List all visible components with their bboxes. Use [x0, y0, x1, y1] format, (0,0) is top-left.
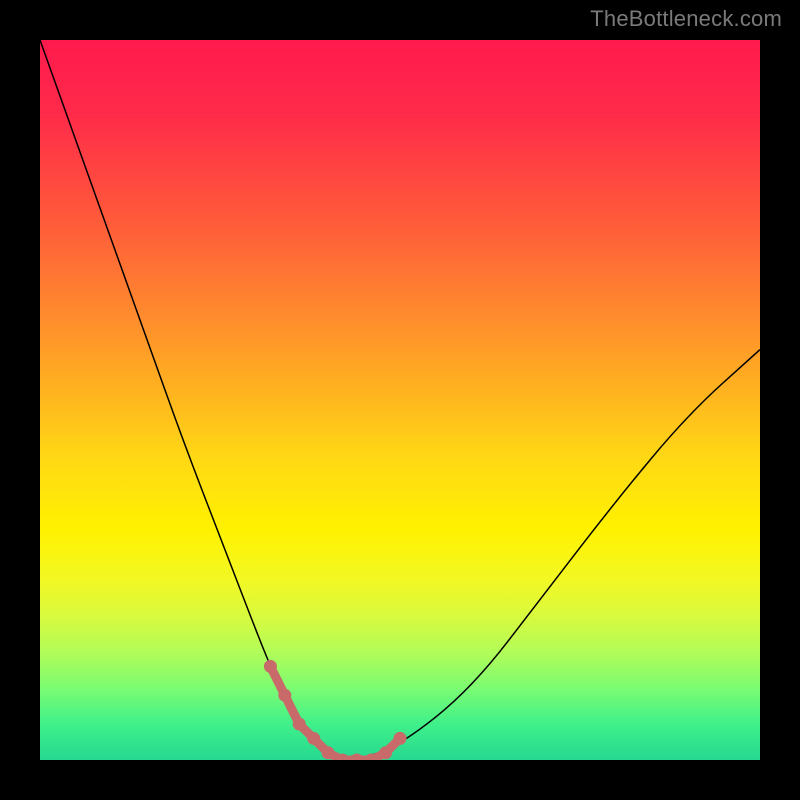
- marker-dot: [350, 754, 363, 761]
- plot-area: [40, 40, 760, 760]
- marker-dot: [394, 732, 407, 745]
- marker-connector: [270, 666, 400, 760]
- marker-dot: [293, 718, 306, 731]
- marker-dot: [264, 660, 277, 673]
- curve-svg: [40, 40, 760, 760]
- marker-dot: [379, 746, 392, 759]
- marker-dot: [322, 746, 335, 759]
- bottleneck-curve: [40, 40, 760, 760]
- watermark-text: TheBottleneck.com: [590, 6, 782, 32]
- marker-dot: [278, 689, 291, 702]
- chart-frame: TheBottleneck.com: [0, 0, 800, 800]
- highlighted-range: [264, 660, 407, 760]
- marker-dot: [307, 732, 320, 745]
